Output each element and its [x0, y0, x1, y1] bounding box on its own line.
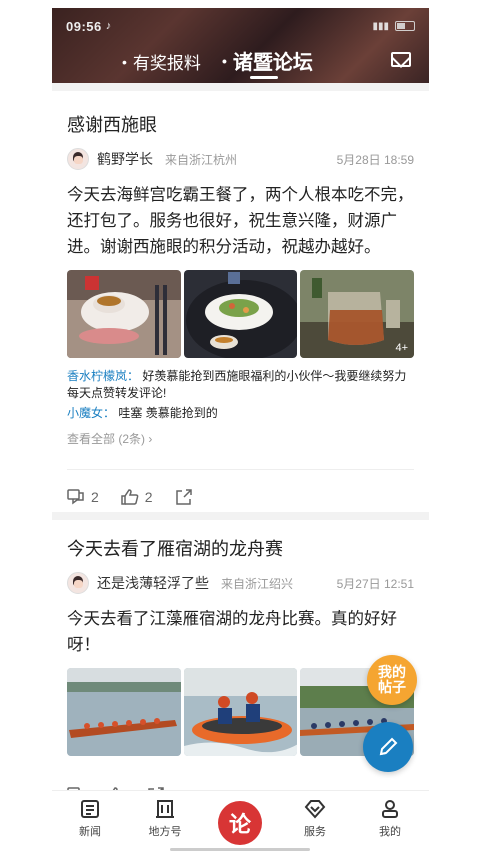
comment-item[interactable]: 香水柠檬岚： 好羡慕能抢到西施眼福利的小伙伴～我要继续努力每天点赞转发评论!	[67, 368, 414, 402]
tab-reward-report-label: 有奖报料	[132, 54, 201, 73]
author-name[interactable]: 鹤野学长	[97, 149, 153, 169]
nav-label-news: 新闻	[79, 826, 101, 838]
comment-item[interactable]: 小魔女： 哇塞 羡慕能抢到的	[67, 405, 414, 422]
top-tabs: • 有奖报料 • 诸暨论坛	[52, 46, 429, 79]
avatar[interactable]	[67, 148, 89, 170]
battery-icon	[395, 21, 415, 31]
nav-item-local[interactable]: 地方号	[135, 799, 195, 839]
signal-icon: ▮▮▮	[372, 20, 389, 32]
nav-label-mine: 我的	[379, 826, 401, 838]
tab-zhuji-forum-label: 诸暨论坛	[232, 52, 313, 74]
post-image-tea[interactable]	[67, 270, 181, 358]
nav-item-mine[interactable]: 我的	[360, 799, 420, 839]
comment-author[interactable]: 小魔女：	[67, 406, 115, 420]
comment-text: 哇塞 羡慕能抢到的	[118, 406, 218, 420]
post-images: 4+	[67, 270, 415, 358]
comment-list: 香水柠檬岚： 好羡慕能抢到西施眼福利的小伙伴～我要继续努力每天点赞转发评论! 小…	[67, 368, 414, 422]
post-image-teapot[interactable]: 4+	[300, 270, 415, 358]
my-posts-button[interactable]: 我的帖子	[367, 655, 417, 705]
more-images-count: 4+	[395, 342, 409, 354]
nav-item-news[interactable]: 新闻	[60, 799, 120, 839]
compose-post-button[interactable]	[363, 722, 413, 772]
status-icons: ▮▮▮	[372, 21, 415, 32]
forum-post[interactable]: 感谢西施眼 鹤野学长 来自浙江杭州 5月28日 18:59 今天去海鲜宫吃霸王餐…	[67, 112, 415, 506]
mail-icon[interactable]	[391, 52, 411, 67]
post-title[interactable]: 感谢西施眼	[67, 112, 414, 138]
post-image-dragon-boat[interactable]	[67, 668, 181, 756]
post-images	[67, 668, 415, 756]
forum-logo-icon: 论	[228, 812, 251, 837]
pencil-icon	[379, 737, 398, 756]
post-body[interactable]: 今天去海鲜宫吃霸王餐了，两个人根本吃不完，还打包了。服务也很好，祝生意兴隆，财源…	[67, 182, 414, 260]
author-row: 还是浅薄轻浮了些 来自浙江绍兴 5月27日 12:51	[67, 570, 414, 596]
comment-button[interactable]: 2	[67, 488, 99, 506]
view-all-comments-link[interactable]: 查看全部 (2条) ›	[67, 430, 414, 447]
building-icon	[156, 800, 174, 818]
status-bar: 09:56 ♪ ▮▮▮	[52, 8, 429, 44]
post-date: 5月27日 12:51	[336, 576, 414, 591]
nav-label-local: 地方号	[148, 826, 182, 838]
forum-post[interactable]: 今天去看了雁宿湖的龙舟赛 还是浅薄轻浮了些 来自浙江绍兴 5月27日 12:51…	[67, 536, 415, 804]
comment-icon	[67, 489, 84, 505]
post-actions: 2 2	[67, 488, 414, 506]
post-body[interactable]: 今天去看了江藻雁宿湖的龙舟比赛。真的好好呀！	[67, 606, 414, 658]
diamond-heart-icon	[304, 800, 326, 819]
comment-count: 2	[91, 489, 99, 505]
avatar[interactable]	[67, 572, 89, 594]
nav-item-forum[interactable]: 论	[218, 801, 262, 845]
nav-label-service: 服务	[304, 826, 326, 838]
post-image-rescue-boat[interactable]	[183, 668, 298, 756]
post-location: 来自浙江杭州	[165, 152, 238, 167]
status-time: 09:56	[66, 18, 102, 34]
header: 09:56 ♪ ▮▮▮ • 有奖报料 • 诸暨论坛	[52, 8, 429, 83]
tab-zhuji-forum[interactable]: • 诸暨论坛	[222, 46, 313, 75]
post-title[interactable]: 今天去看了雁宿湖的龙舟赛	[67, 536, 414, 562]
like-count: 2	[144, 489, 153, 505]
author-row: 鹤野学长 来自浙江杭州 5月28日 18:59	[67, 146, 414, 172]
tiktok-icon: ♪	[105, 20, 112, 32]
app-frame: 09:56 ♪ ▮▮▮ • 有奖报料 • 诸暨论坛 感谢西施眼 鹤野学长 来自浙…	[52, 0, 429, 853]
user-icon	[382, 800, 398, 818]
share-button[interactable]	[175, 488, 193, 506]
post-date: 5月28日 18:59	[336, 152, 414, 167]
thumbs-up-icon	[121, 489, 139, 505]
post-location: 来自浙江绍兴	[221, 576, 294, 591]
divider	[67, 469, 414, 470]
separator	[52, 512, 429, 520]
separator	[52, 83, 429, 91]
news-icon	[81, 800, 99, 818]
tab-active-indicator	[250, 76, 278, 79]
comment-author[interactable]: 香水柠檬岚：	[67, 369, 139, 383]
bottom-nav: 新闻 地方号 论 服务 我的	[52, 790, 429, 853]
post-image-salad[interactable]	[183, 270, 298, 358]
nav-item-service[interactable]: 服务	[285, 799, 345, 839]
share-icon	[175, 489, 192, 505]
author-name[interactable]: 还是浅薄轻浮了些	[97, 573, 209, 593]
like-button[interactable]: 2	[121, 488, 153, 506]
my-posts-label: 我的帖子	[378, 664, 406, 695]
tab-reward-report[interactable]: • 有奖报料	[122, 49, 201, 74]
home-indicator[interactable]	[170, 848, 310, 851]
